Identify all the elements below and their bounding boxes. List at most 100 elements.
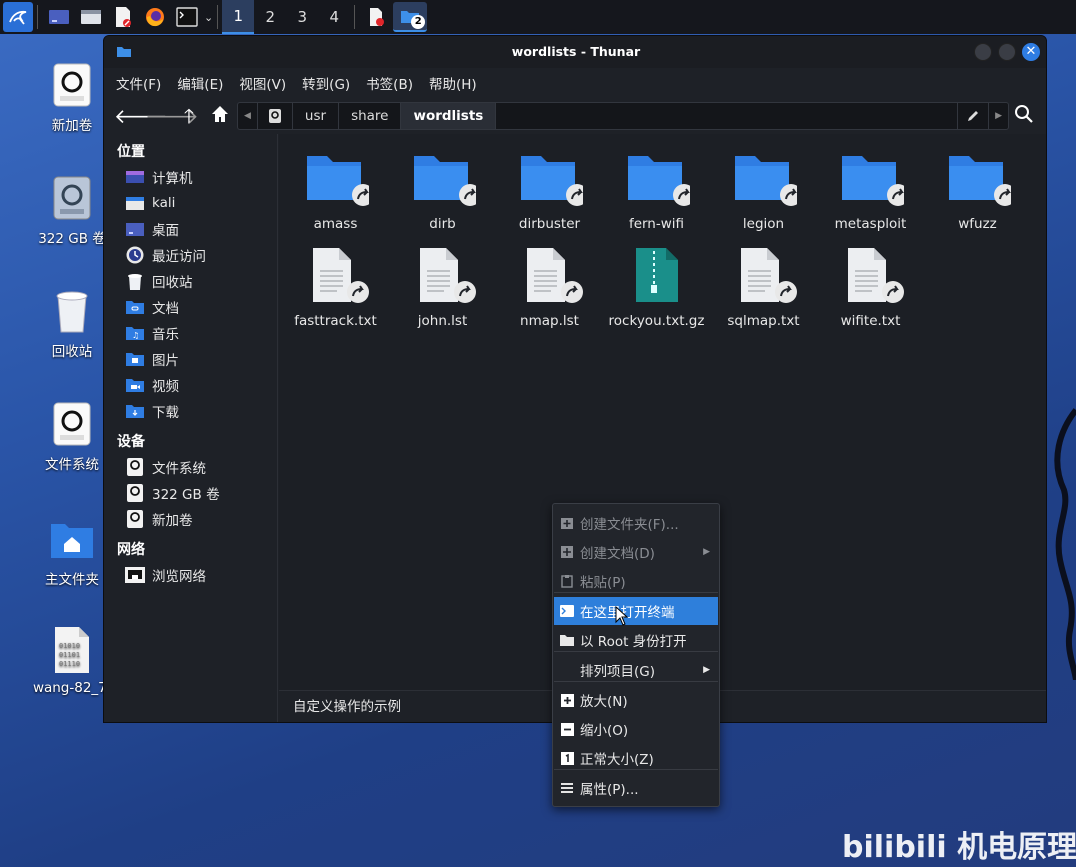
home-icon <box>124 193 146 213</box>
network-icon <box>124 565 146 585</box>
sidebar-places-item[interactable]: ♫ 音乐 <box>124 321 179 345</box>
workspace-4[interactable]: 4 <box>318 0 350 34</box>
path-scroll-left[interactable]: ◀ <box>238 103 258 129</box>
edit-location-button[interactable] <box>957 103 990 129</box>
forward-button[interactable]: 🡒 <box>145 104 199 128</box>
sidebar-places-item[interactable]: 最近访问 <box>124 243 206 267</box>
trash-icon <box>124 271 146 291</box>
desktop-icon-label: 322 GB 卷 <box>38 231 106 247</box>
file-item[interactable]: dirbuster <box>496 150 603 232</box>
title-bar[interactable]: wordlists - Thunar ✕ <box>104 36 1046 68</box>
sidebar-places-item-label: 回收站 <box>152 275 193 291</box>
sidebar-devices-item[interactable]: 322 GB 卷 <box>124 481 220 505</box>
context-menu-item[interactable]: 创建文件夹(F)... <box>554 509 718 537</box>
file-item[interactable]: fasttrack.txt <box>282 247 389 329</box>
up-button[interactable]: 🡑 <box>176 104 202 128</box>
folder-link-icon <box>838 150 909 210</box>
home-button[interactable] <box>207 104 233 128</box>
sidebar-network-item[interactable]: 浏览网络 <box>124 563 206 587</box>
file-item[interactable]: wfuzz <box>924 150 1031 232</box>
drive-icon <box>124 457 146 477</box>
context-menu: 创建文件夹(F)... 创建文档(D) ▶ 粘贴(P) 在这里打开终端以 Root 身份… <box>552 503 720 807</box>
file-name: wfuzz <box>958 216 997 232</box>
sidebar-places-item[interactable]: 回收站 <box>124 269 193 293</box>
path-crumb-share[interactable]: share <box>339 103 402 129</box>
sidebar-places-item[interactable]: 下载 <box>124 399 179 423</box>
sidebar-places-item[interactable]: 文档 <box>124 295 179 319</box>
desktop-icon-label: 新加卷 <box>51 118 93 134</box>
menu-bookmarks[interactable]: 书签(B) <box>366 73 413 93</box>
path-root[interactable] <box>258 103 293 129</box>
file-item[interactable]: rockyou.txt.gz <box>603 247 710 329</box>
context-menu-label: 以 Root 身份打开 <box>580 634 687 650</box>
chevron-down-icon[interactable]: ⌄ <box>204 11 213 24</box>
file-item[interactable]: metasploit <box>817 150 924 232</box>
file-item[interactable]: sqlmap.txt <box>710 247 817 329</box>
search-button[interactable] <box>1011 104 1037 128</box>
show-desktop-button[interactable] <box>44 2 74 32</box>
file-item[interactable]: fern-wifi <box>603 150 710 232</box>
firefox-launcher[interactable] <box>140 2 170 32</box>
context-menu-item[interactable]: 排列项目(G) ▶ <box>554 656 718 684</box>
text-editor-launcher[interactable] <box>108 2 138 32</box>
sidebar-devices-item-label: 文件系统 <box>152 461 206 477</box>
sidebar-places-item[interactable]: 计算机 <box>124 165 193 189</box>
kali-menu-button[interactable] <box>3 2 33 32</box>
workspace-1[interactable]: 1 <box>222 0 255 34</box>
sidebar-places-item[interactable]: 视频 <box>124 373 179 397</box>
folder-link-icon <box>945 150 1016 210</box>
context-menu-item[interactable]: 以 Root 身份打开 <box>554 626 718 654</box>
sidebar-places-item[interactable]: 桌面 <box>124 217 179 241</box>
file-item[interactable]: nmap.lst <box>496 247 603 329</box>
sidebar-places-item[interactable]: 图片 <box>124 347 179 371</box>
maximize-button[interactable] <box>998 43 1016 61</box>
context-menu-label: 创建文档(D) <box>580 546 655 562</box>
submenu-arrow-icon: ▶ <box>703 547 710 557</box>
taskbar-thunar[interactable]: 2 <box>393 2 428 32</box>
terminal-launcher[interactable] <box>172 2 202 32</box>
path-crumb-usr[interactable]: usr <box>293 103 340 129</box>
menu-help[interactable]: 帮助(H) <box>429 73 477 93</box>
context-menu-item[interactable]: 创建文档(D) ▶ <box>554 538 718 566</box>
window-count-badge: 2 <box>411 15 426 29</box>
menu-view[interactable]: 视图(V) <box>239 73 286 93</box>
context-menu-item[interactable]: 在这里打开终端 <box>554 597 718 625</box>
context-menu-label: 正常大小(Z) <box>580 752 654 768</box>
taskbar-text-editor[interactable] <box>361 2 391 32</box>
search-icon <box>1015 105 1033 123</box>
sidebar-devices-item[interactable]: 新加卷 <box>124 507 193 531</box>
minimize-button[interactable] <box>974 43 992 61</box>
terminal-icon <box>554 604 580 618</box>
file-item[interactable]: legion <box>710 150 817 232</box>
context-menu-item[interactable]: 粘贴(P) <box>554 567 718 595</box>
context-menu-item[interactable]: 缩小(O) <box>554 715 718 743</box>
back-button[interactable]: 🡐 <box>114 104 168 128</box>
sidebar-places-item[interactable]: kali <box>124 191 175 215</box>
file-name: legion <box>742 216 785 232</box>
window-title: wordlists - Thunar <box>511 44 641 59</box>
path-scroll-right[interactable]: ▶ <box>989 103 1008 129</box>
terminal-icon <box>176 7 198 27</box>
file-item[interactable]: dirb <box>389 150 496 232</box>
menu-edit[interactable]: 编辑(E) <box>177 73 223 93</box>
context-menu-item[interactable]: 放大(N) <box>554 686 718 714</box>
file-item[interactable]: amass <box>282 150 389 232</box>
trash-icon <box>56 291 88 333</box>
context-menu-item[interactable]: 属性(P)... <box>554 774 718 802</box>
file-manager-launcher[interactable] <box>76 2 106 32</box>
menu-go[interactable]: 转到(G) <box>302 73 350 93</box>
file-item[interactable]: wifite.txt <box>817 247 924 329</box>
menu-file[interactable]: 文件(F) <box>116 73 161 93</box>
drive-icon <box>124 483 146 503</box>
close-button[interactable]: ✕ <box>1022 43 1040 61</box>
file-name: nmap.lst <box>520 313 579 329</box>
file-item[interactable]: john.lst <box>389 247 496 329</box>
file-name: fasttrack.txt <box>294 313 377 329</box>
context-menu-item[interactable]: 正常大小(Z) <box>554 744 718 772</box>
sidebar-devices-item[interactable]: 文件系统 <box>124 455 206 479</box>
text-editor-icon <box>370 8 385 26</box>
home-folder-icon <box>51 524 93 558</box>
path-crumb-wordlists[interactable]: wordlists <box>401 103 497 129</box>
workspace-3[interactable]: 3 <box>286 0 318 34</box>
workspace-2[interactable]: 2 <box>254 0 286 34</box>
